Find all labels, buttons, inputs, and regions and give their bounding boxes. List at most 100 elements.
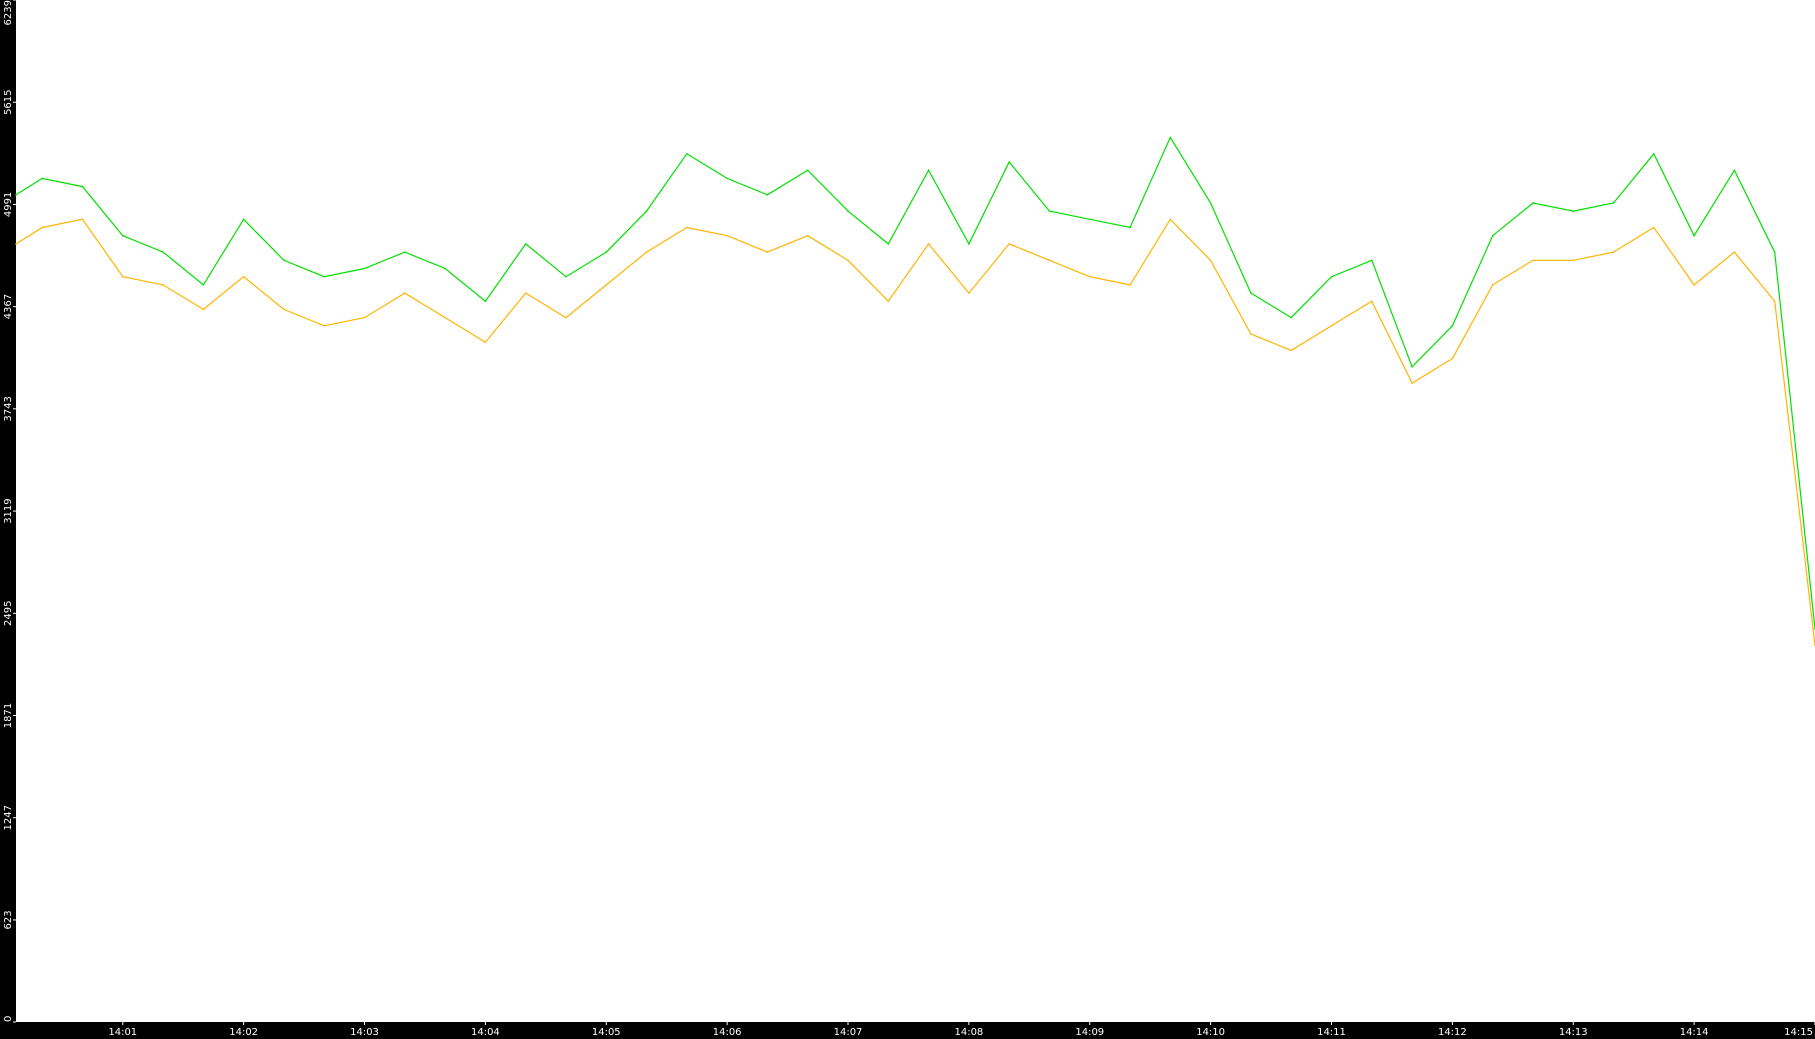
data-point	[806, 234, 809, 237]
data-point	[121, 234, 124, 237]
data-point	[162, 284, 164, 286]
data-point	[1290, 316, 1293, 319]
data-point	[15, 243, 17, 245]
data-point	[484, 300, 487, 303]
data-point	[162, 251, 164, 253]
data-point	[1532, 202, 1534, 204]
y-tick-label: 4991	[3, 192, 14, 217]
data-point	[1451, 357, 1454, 360]
x-tick-label: 14:01	[108, 1027, 137, 1038]
data-point	[1612, 202, 1615, 204]
data-point	[323, 275, 326, 278]
data-point	[565, 316, 567, 319]
data-point	[1451, 325, 1454, 327]
x-tick-label: 14:15	[1784, 1027, 1813, 1038]
y-tick-label: 0	[3, 1016, 14, 1022]
data-point	[605, 284, 608, 286]
data-point	[1532, 259, 1534, 262]
data-point	[524, 292, 527, 294]
data-point	[1250, 292, 1252, 294]
data-point	[1733, 251, 1736, 253]
data-point	[1008, 161, 1010, 163]
data-point	[15, 193, 17, 196]
data-point	[242, 275, 245, 278]
data-point	[1733, 169, 1736, 171]
data-point	[1169, 136, 1172, 139]
data-point	[363, 267, 366, 270]
data-point	[1088, 218, 1091, 221]
data-point	[41, 226, 43, 229]
data-point	[1129, 284, 1131, 286]
data-point	[1370, 259, 1373, 262]
data-point	[1572, 259, 1575, 262]
data-point	[1612, 251, 1615, 253]
x-tick-label: 14:13	[1559, 1027, 1588, 1038]
y-tick-label: 3743	[3, 396, 14, 421]
data-point	[1572, 210, 1575, 212]
x-tick-label: 14:02	[229, 1027, 258, 1038]
x-tick-label: 14:12	[1438, 1027, 1467, 1038]
x-tick-label: 14:14	[1680, 1027, 1709, 1038]
y-tick-label: 3119	[3, 498, 14, 523]
data-point	[1693, 234, 1695, 237]
data-point	[444, 267, 446, 270]
data-point	[242, 218, 245, 221]
data-point	[1330, 325, 1333, 327]
chart-area: 0 623 1247 1871 2495 3119 3743 4367 4991 5615 6239…	[0, 0, 1815, 1039]
data-point	[686, 153, 688, 155]
data-point	[726, 234, 728, 237]
y-tick-label: 1871	[3, 703, 14, 728]
data-point	[1209, 259, 1212, 262]
data-point	[1048, 259, 1051, 262]
data-point	[1330, 275, 1333, 278]
data-point	[81, 218, 84, 221]
data-point	[1773, 251, 1776, 253]
data-point	[1048, 210, 1051, 212]
data-point	[1411, 382, 1413, 384]
data-point	[1088, 275, 1091, 278]
data-point	[1653, 153, 1655, 155]
y-tick-label: 2495	[3, 601, 14, 626]
y-tick-label: 623	[3, 910, 14, 929]
data-point	[283, 308, 285, 311]
data-point	[41, 177, 43, 180]
data-point	[1290, 349, 1293, 352]
data-point	[202, 308, 205, 311]
data-point	[283, 259, 285, 262]
line-chart: 0 623 1247 1871 2495 3119 3743 4367 4991 5615 6239…	[3, 0, 1815, 1038]
x-tick-label: 14:03	[350, 1027, 379, 1038]
data-point	[484, 341, 487, 343]
data-point	[1411, 365, 1413, 368]
data-point	[1693, 284, 1695, 286]
data-point	[1653, 226, 1655, 229]
data-point	[806, 169, 809, 171]
data-point	[1491, 234, 1494, 237]
data-point	[968, 292, 970, 294]
data-point	[847, 259, 849, 262]
data-point	[404, 292, 406, 294]
data-point	[1250, 333, 1252, 335]
data-point	[323, 325, 326, 327]
x-tick-label: 14:08	[954, 1027, 983, 1038]
x-tick-label: 14:10	[1196, 1027, 1225, 1038]
data-point	[121, 275, 124, 278]
x-tick-label: 14:06	[713, 1027, 742, 1038]
data-point	[605, 251, 608, 253]
data-point	[726, 177, 728, 180]
data-point	[444, 316, 446, 319]
data-point	[927, 169, 930, 171]
plot-area	[16, 0, 1815, 1022]
y-tick-label: 6239	[3, 0, 14, 25]
data-point	[524, 243, 527, 245]
x-axis: 14:01 14:02 14:03 14:04 14:05 14:06 14:07 14:08…	[108, 1022, 1815, 1038]
data-point	[404, 251, 406, 253]
data-point	[1370, 300, 1373, 303]
data-point	[766, 193, 769, 196]
x-tick-label: 14:05	[592, 1027, 621, 1038]
data-point	[887, 300, 890, 303]
data-point	[968, 243, 970, 245]
data-point	[565, 275, 567, 278]
data-point	[202, 284, 205, 286]
data-point	[686, 226, 688, 229]
y-tick-label: 4367	[3, 294, 14, 319]
